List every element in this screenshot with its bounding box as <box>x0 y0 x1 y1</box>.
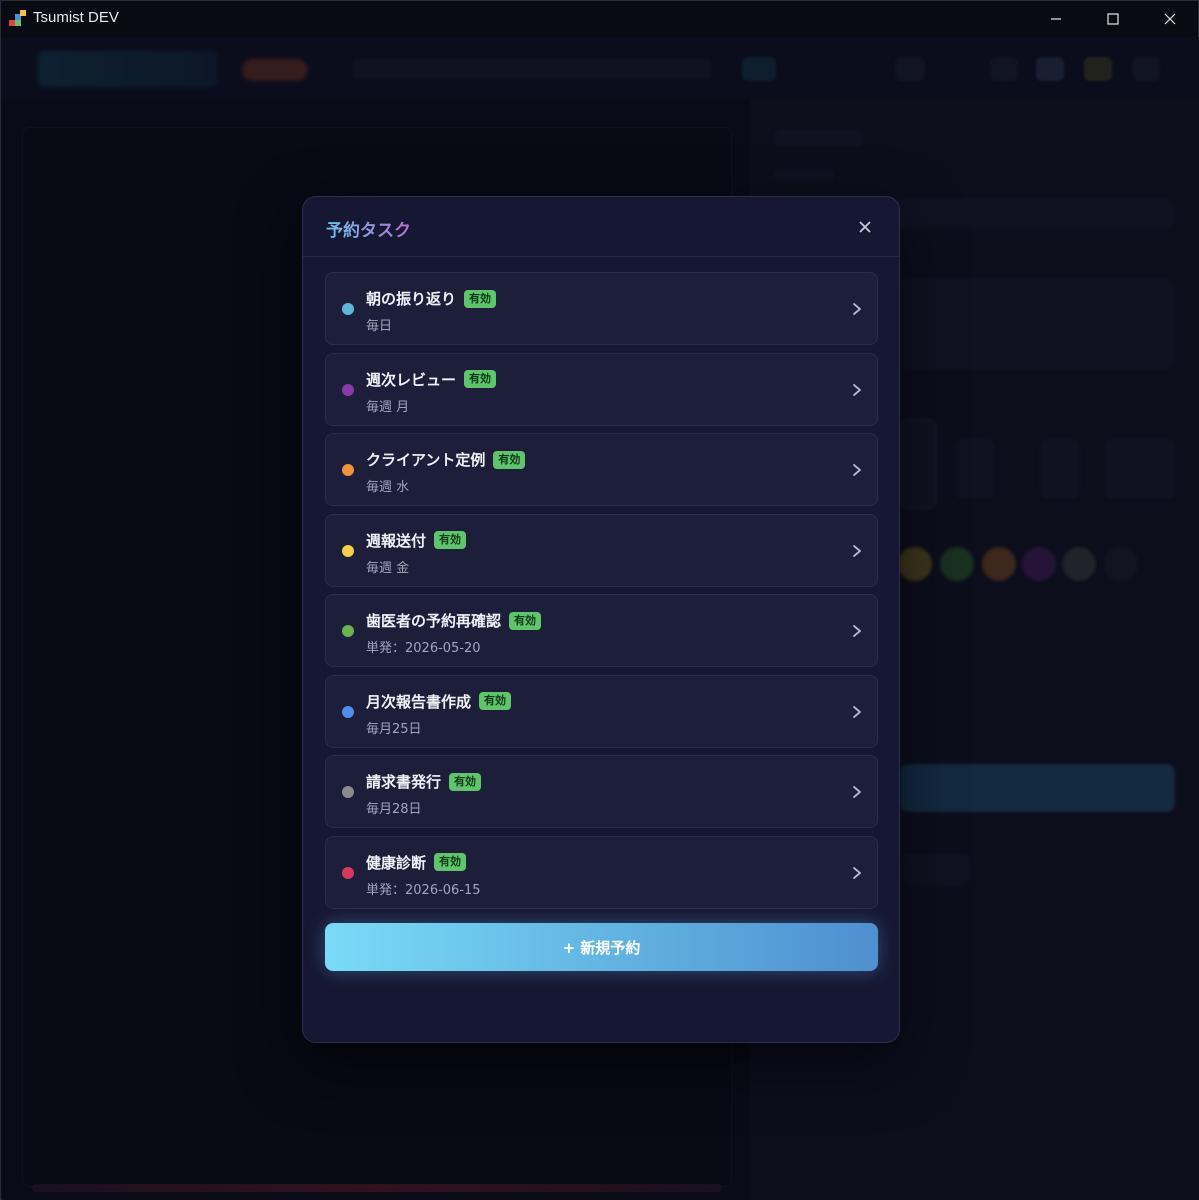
close-window-icon <box>1164 13 1175 25</box>
task-schedule: 毎週 月 <box>366 399 410 415</box>
maximize-button[interactable] <box>1084 1 1141 37</box>
task-schedule: 毎日 <box>366 319 393 334</box>
task-name: 健康診断 <box>366 853 427 872</box>
task-row[interactable]: 歯医者の予約再確認 有効 単発：2026-05-20 <box>325 594 878 667</box>
modal-close-button[interactable] <box>853 215 877 239</box>
task-color-dot <box>342 705 354 718</box>
task-row[interactable]: 健康診断 有効 単発：2026-06-15 <box>325 835 878 909</box>
status-badge: 有効 <box>434 853 467 871</box>
chevron-right-icon <box>853 464 861 476</box>
chevron-right-icon <box>853 544 861 557</box>
close-icon <box>859 221 871 233</box>
task-name: 請求書発行 <box>366 773 442 791</box>
task-name: 週次レビュー <box>366 370 457 389</box>
minimize-icon <box>1050 18 1061 20</box>
task-color-dot <box>342 625 354 637</box>
status-badge: 有効 <box>464 289 497 308</box>
task-schedule: 毎月25日 <box>366 721 422 737</box>
task-name: クライアント定例 <box>366 451 486 469</box>
window-title: Tsumist DEV <box>33 9 119 26</box>
modal-header: 予約タスク <box>303 197 899 257</box>
task-schedule: 毎週 金 <box>366 560 410 576</box>
status-badge: 有効 <box>434 531 467 549</box>
task-color-dot <box>342 464 354 476</box>
chevron-right-icon <box>853 383 861 396</box>
title-bar[interactable]: Tsumist DEV <box>1 1 1198 37</box>
task-color-dot <box>342 383 354 396</box>
task-name: 週報送付 <box>366 531 427 550</box>
task-list: 朝の振り返り 有効 毎日 週次レビュー 有効 毎週 月 クライアント定例 有効 毎週 … <box>325 272 878 916</box>
minimize-button[interactable] <box>1027 1 1084 37</box>
task-schedule: 単発：2026-06-15 <box>366 882 481 898</box>
status-badge: 有効 <box>493 450 526 469</box>
task-schedule: 毎月28日 <box>366 802 422 817</box>
status-badge: 有効 <box>479 692 512 710</box>
chevron-right-icon <box>853 625 861 637</box>
scheduled-tasks-modal: 予約タスク 朝の振り返り 有効 毎日 週次レビュー 有効 毎週 月 クライアント… <box>302 196 900 1043</box>
chevron-right-icon <box>853 705 861 718</box>
task-row[interactable]: 週次レビュー 有効 毎週 月 <box>325 352 878 426</box>
task-schedule: 毎週 水 <box>366 480 410 495</box>
maximize-icon <box>1106 13 1119 25</box>
task-row[interactable]: 週報送付 有効 毎週 金 <box>325 513 878 587</box>
task-color-dot <box>342 544 354 557</box>
task-color-dot <box>342 303 354 315</box>
status-badge: 有効 <box>509 611 542 630</box>
task-color-dot <box>342 866 354 879</box>
status-badge: 有効 <box>464 370 497 388</box>
status-badge: 有効 <box>449 772 482 791</box>
task-row[interactable]: 請求書発行 有効 毎月28日 <box>325 755 878 828</box>
chevron-right-icon <box>853 866 861 879</box>
modal-title: 予約タスク <box>326 216 411 241</box>
task-name: 朝の振り返り <box>366 290 457 308</box>
task-row[interactable]: 朝の振り返り 有効 毎日 <box>325 272 878 345</box>
task-row[interactable]: クライアント定例 有効 毎週 水 <box>325 433 878 506</box>
chevron-right-icon <box>853 786 861 798</box>
task-row[interactable]: 月次報告書作成 有効 毎月25日 <box>325 674 878 748</box>
new-schedule-button[interactable]: + 新規予約 <box>325 923 878 971</box>
app-logo-icon <box>9 10 27 28</box>
chevron-right-icon <box>853 303 861 315</box>
task-name: 月次報告書作成 <box>366 692 472 711</box>
app-window: Tsumist DEV 予約タスク 朝の振り返り 有効 毎日 週次レビュー 有効… <box>0 0 1199 1200</box>
task-name: 歯医者の予約再確認 <box>366 612 502 630</box>
task-schedule: 単発：2026-05-20 <box>366 641 481 656</box>
close-window-button[interactable] <box>1141 1 1198 37</box>
task-color-dot <box>342 786 354 798</box>
